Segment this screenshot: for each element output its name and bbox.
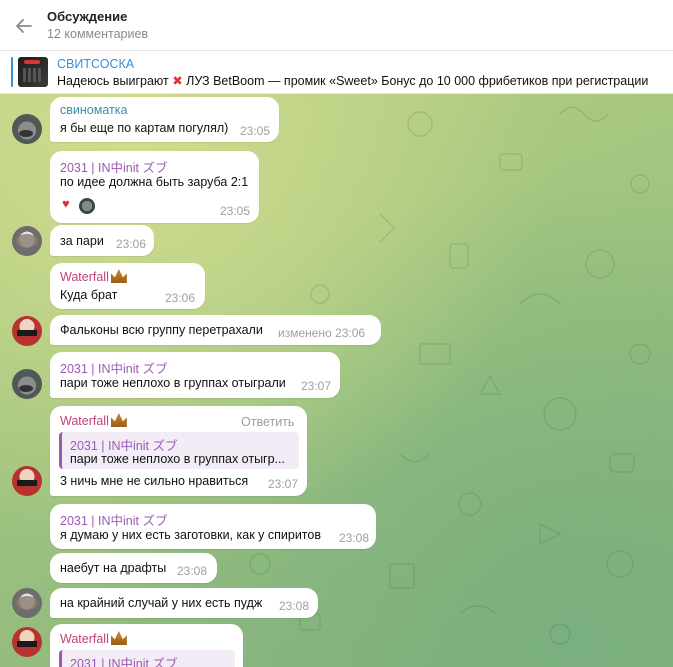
message-text: за пари [60,234,104,248]
avatar[interactable] [12,588,42,618]
message-bubble[interactable]: 2031 | IN中init ズブ по идее должна быть за… [50,151,259,223]
message-bubble[interactable]: наебут на драфты 23:08 [50,553,217,583]
crown-icon [110,269,127,283]
message-bubble[interactable]: Waterfall 2031 | IN中init ズブ [50,624,243,667]
message-text: пари тоже неплохо в группах отыграли [60,376,286,390]
message-time: 23:06 [116,237,147,251]
message-text: Фальконы всю группу перетрахали [60,323,263,337]
crown-icon [110,631,127,645]
message-time: 23:08 [279,599,310,613]
sender-name[interactable]: 2031 | IN中init ズブ [60,510,167,529]
chat-header: Обсуждение 12 комментариев [0,0,673,51]
message-time: 23:05 [240,124,271,138]
page-title: Обсуждение [47,9,128,24]
message-text: 3 ничь мне не сильно нравиться [60,474,249,488]
message-time: 23:08 [177,564,208,578]
heart-reaction-icon[interactable]: ♥ [62,196,70,211]
avatar[interactable] [12,316,42,346]
sender-name[interactable]: Waterfall [60,269,127,284]
message-bubble[interactable]: за пари 23:06 [50,225,154,256]
message-bubble[interactable]: 2031 | IN中init ズブ пари тоже неплохо в гр… [50,352,340,398]
pinned-channel-name: СВИТСОСКА [57,57,135,71]
message-time: 23:05 [220,204,251,218]
message-time: 23:07 [301,379,332,393]
cross-mark-icon: ✖ [172,74,183,88]
arrow-left-icon [16,19,32,33]
quoted-reply[interactable]: 2031 | IN中init ズブ пари тоже неплохо в гр… [59,432,299,469]
chat-area[interactable]: свиноматка я бы еще по картам погулял) 2… [0,94,673,667]
avatar[interactable] [12,226,42,256]
message-text: на крайний случай у них есть пудж [60,596,263,610]
message-bubble[interactable]: Фальконы всю группу перетрахали изменено… [50,315,381,345]
reaction-avatar [79,198,95,214]
sender-name[interactable]: 2031 | IN中init ズブ [60,358,167,377]
message-text: я думаю у них есть заготовки, как у спир… [60,528,321,542]
message-time: 23:06 [165,291,196,305]
crown-icon [110,413,127,427]
message-text: Куда брат [60,288,118,302]
reply-sender-name: 2031 | IN中init ズブ [70,657,178,667]
quoted-reply[interactable]: 2031 | IN中init ズブ [59,650,235,667]
message-time: 23:08 [339,531,370,545]
pinned-accent-bar [11,57,13,87]
sender-name[interactable]: Waterfall [60,631,127,646]
message-text: наебут на драфты [60,561,167,575]
reply-button[interactable]: Ответить [241,415,294,429]
pinned-post[interactable]: СВИТСОСКА Надеюсь выиграют ✖ ЛУЗ BetBoom… [0,51,673,94]
message-time: 23:07 [268,477,299,491]
message-text: я бы еще по картам погулял) [60,121,229,135]
back-button[interactable] [10,12,38,40]
message-bubble[interactable]: 2031 | IN中init ズブ я думаю у них есть заг… [50,504,376,549]
avatar[interactable] [12,466,42,496]
pinned-text: Надеюсь выиграют ✖ ЛУЗ BetBoom — промик … [57,74,649,88]
reply-text: пари тоже неплохо в группах отыгр... [70,452,285,466]
avatar[interactable] [12,369,42,399]
message-text: по идее должна быть заруба 2:1 [60,175,249,189]
avatar[interactable] [12,627,42,657]
comment-count: 12 комментариев [47,27,149,41]
sender-name[interactable]: свиноматка [60,103,127,117]
message-time: изменено 23:06 [278,326,366,340]
message-bubble[interactable]: свиноматка я бы еще по картам погулял) 2… [50,97,279,142]
sender-name[interactable]: Waterfall [60,413,127,428]
message-bubble[interactable]: Waterfall Куда брат 23:06 [50,263,205,309]
message-bubble[interactable]: Waterfall Ответить 2031 | IN中init ズブ пар… [50,406,307,496]
avatar[interactable] [12,114,42,144]
sender-name[interactable]: 2031 | IN中init ズブ [60,157,167,176]
message-bubble[interactable]: на крайний случай у них есть пудж 23:08 [50,588,318,618]
pinned-thumbnail [18,57,48,87]
